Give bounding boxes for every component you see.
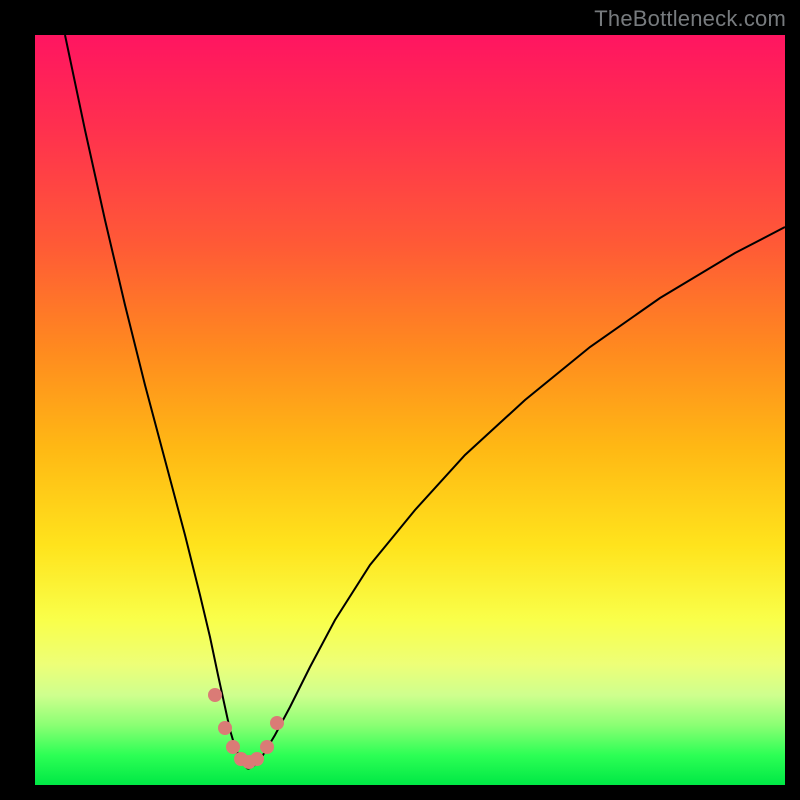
valley-dot: [250, 752, 264, 766]
valley-dot: [218, 721, 232, 735]
valley-dot: [226, 740, 240, 754]
valley-dot: [208, 688, 222, 702]
left-branch-curve: [65, 35, 248, 769]
valley-dot: [270, 716, 284, 730]
valley-dot: [260, 740, 274, 754]
valley-marker-group: [208, 688, 284, 769]
watermark-text: TheBottleneck.com: [594, 6, 786, 32]
chart-frame: TheBottleneck.com: [0, 0, 800, 800]
plot-area: [35, 35, 785, 785]
right-branch-curve: [248, 227, 785, 769]
curve-layer: [35, 35, 785, 785]
